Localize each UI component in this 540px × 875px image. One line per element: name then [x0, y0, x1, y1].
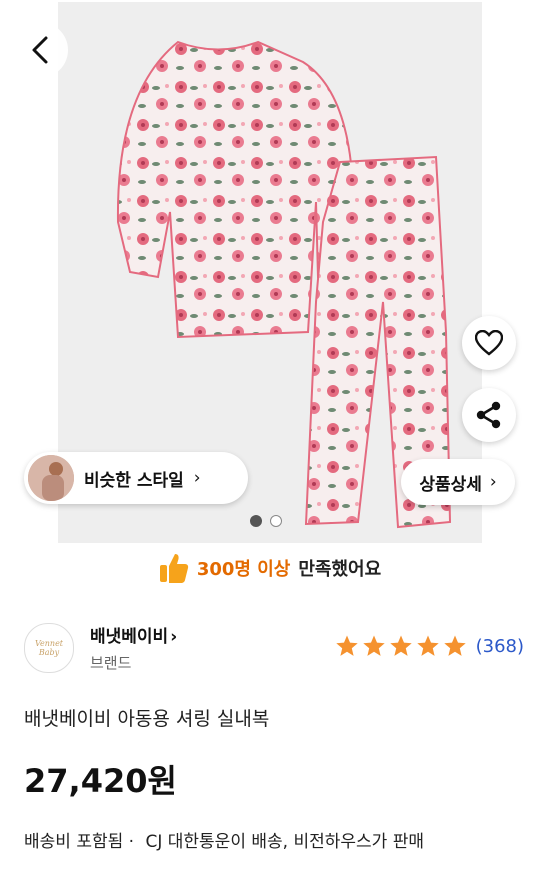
satisfaction-count: 300명 이상: [196, 559, 291, 580]
star-icon: [416, 635, 439, 656]
similar-style-thumbnail: [28, 455, 74, 501]
product-title: 배냇베이비 아동용 셔링 실내복: [24, 708, 270, 730]
gallery-pagination: [250, 515, 282, 527]
heart-icon: [475, 330, 503, 356]
star-icon: [443, 635, 466, 656]
review-count[interactable]: (368): [476, 636, 524, 657]
star-icon: [335, 635, 358, 656]
back-button[interactable]: [12, 22, 68, 78]
brand-logo[interactable]: Vennet Baby: [24, 623, 74, 673]
share-button[interactable]: [462, 388, 516, 442]
pagination-dot[interactable]: [270, 515, 282, 527]
chevron-left-icon: [32, 36, 48, 64]
satisfaction-text: 만족했어요: [298, 559, 382, 580]
seller-row: Vennet Baby 배냇베이비 › 브랜드 (368): [24, 620, 524, 676]
thumbs-up-icon: [159, 554, 188, 583]
share-icon: [476, 401, 501, 429]
product-detail-button[interactable]: 상품상세 ›: [401, 459, 515, 505]
brand-link[interactable]: 배냇베이비 ›: [90, 622, 177, 647]
chevron-right-icon: ›: [193, 468, 201, 488]
chevron-right-icon: ›: [489, 472, 497, 492]
wishlist-button[interactable]: [462, 316, 516, 370]
similar-style-label: 비슷한 스타일: [84, 470, 184, 491]
similar-style-button[interactable]: 비슷한 스타일 ›: [24, 452, 248, 504]
shipping-detail: CJ 대한통운이 배송, 비전하우스가 판매: [145, 832, 424, 852]
chevron-right-icon: ›: [170, 627, 178, 647]
star-icon: [362, 635, 385, 656]
star-icon: [389, 635, 412, 656]
pagination-dot-active[interactable]: [250, 515, 262, 527]
product-price: 27,420원: [24, 762, 177, 800]
brand-logo-text: Vennet Baby: [34, 639, 64, 657]
brand-subtitle: 브랜드: [90, 654, 132, 672]
product-gallery: 비슷한 스타일 › 상품상세 ›: [0, 0, 540, 545]
product-detail-label: 상품상세: [419, 474, 482, 495]
brand-name: 배냇베이비: [90, 627, 169, 647]
shipping-prefix: 배송비 포함됨 ·: [24, 832, 135, 852]
rating[interactable]: (368): [335, 634, 524, 658]
satisfaction-banner: 300명 이상 만족했어요: [0, 552, 540, 584]
shipping-info: 배송비 포함됨 · CJ 대한통운이 배송, 비전하우스가 판매: [24, 827, 424, 852]
